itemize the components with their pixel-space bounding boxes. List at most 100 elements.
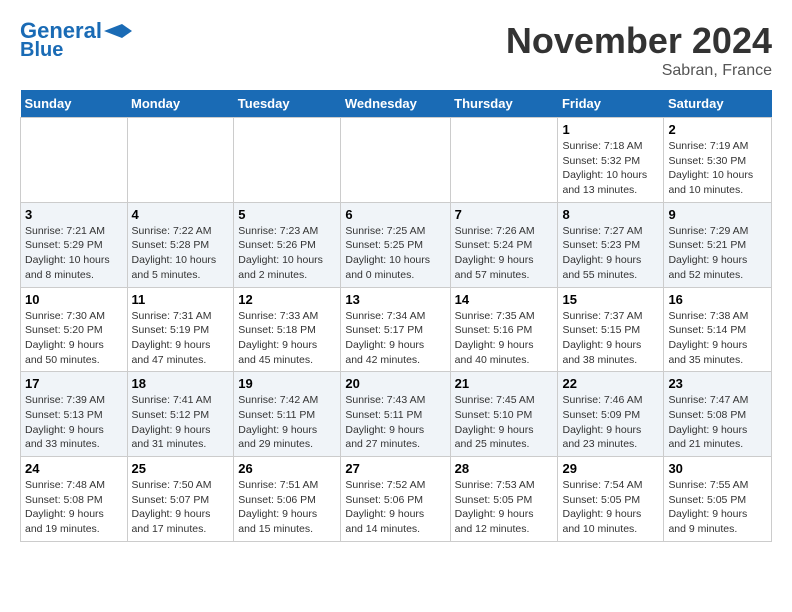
- calendar-cell: 11 Sunrise: 7:31 AM Sunset: 5:19 PM Dayli…: [127, 287, 234, 372]
- day-info: Sunrise: 7:23 AM Sunset: 5:26 PM Dayligh…: [238, 225, 323, 281]
- calendar-cell: 22 Sunrise: 7:46 AM Sunset: 5:09 PM Dayli…: [558, 372, 664, 457]
- calendar-cell: 21 Sunrise: 7:45 AM Sunset: 5:10 PM Dayli…: [450, 372, 558, 457]
- day-number: 17: [25, 376, 123, 391]
- day-info: Sunrise: 7:52 AM Sunset: 5:06 PM Dayligh…: [345, 479, 425, 535]
- day-info: Sunrise: 7:29 AM Sunset: 5:21 PM Dayligh…: [668, 225, 748, 281]
- calendar-cell: 25 Sunrise: 7:50 AM Sunset: 5:07 PM Dayli…: [127, 457, 234, 542]
- calendar-cell: 30 Sunrise: 7:55 AM Sunset: 5:05 PM Dayli…: [664, 457, 772, 542]
- location: Sabran, France: [506, 62, 772, 80]
- calendar-cell: 19Sunrise: 7:42 AM Sunset: 5:11 PM Dayli…: [234, 372, 341, 457]
- calendar-cell: 10Sunrise: 7:30 AM Sunset: 5:20 PM Dayli…: [21, 287, 128, 372]
- day-number: 6: [345, 207, 445, 222]
- day-number: 14: [455, 292, 554, 307]
- calendar-cell: 8 Sunrise: 7:27 AM Sunset: 5:23 PM Daylig…: [558, 202, 664, 287]
- day-number: 13: [345, 292, 445, 307]
- calendar-cell: 9 Sunrise: 7:29 AM Sunset: 5:21 PM Daylig…: [664, 202, 772, 287]
- calendar-week-row: 3 Sunrise: 7:21 AM Sunset: 5:29 PM Daylig…: [21, 202, 772, 287]
- day-info: Sunrise: 7:27 AM Sunset: 5:23 PM Dayligh…: [562, 225, 642, 281]
- day-number: 4: [132, 207, 230, 222]
- calendar-cell: 18 Sunrise: 7:41 AM Sunset: 5:12 PM Dayli…: [127, 372, 234, 457]
- calendar-cell: 12 Sunrise: 7:33 AM Sunset: 5:18 PM Dayli…: [234, 287, 341, 372]
- day-number: 3: [25, 207, 123, 222]
- calendar-week-row: 17 Sunrise: 7:39 AM Sunset: 5:13 PM Dayli…: [21, 372, 772, 457]
- day-header-tuesday: Tuesday: [234, 90, 341, 118]
- day-header-saturday: Saturday: [664, 90, 772, 118]
- logo-blue-text: Blue: [20, 40, 63, 60]
- day-number: 9: [668, 207, 767, 222]
- day-number: 5: [238, 207, 336, 222]
- day-number: 1: [562, 122, 659, 137]
- day-number: 23: [668, 376, 767, 391]
- day-number: 28: [455, 461, 554, 476]
- day-number: 16: [668, 292, 767, 307]
- day-number: 22: [562, 376, 659, 391]
- calendar-cell: [450, 118, 558, 203]
- day-number: 29: [562, 461, 659, 476]
- title-area: November 2024 Sabran, France: [506, 20, 772, 80]
- calendar-cell: 16Sunrise: 7:38 AM Sunset: 5:14 PM Dayli…: [664, 287, 772, 372]
- day-header-thursday: Thursday: [450, 90, 558, 118]
- day-header-sunday: Sunday: [21, 90, 128, 118]
- day-info: Sunrise: 7:25 AM Sunset: 5:25 PM Dayligh…: [345, 225, 430, 281]
- day-number: 12: [238, 292, 336, 307]
- day-info: Sunrise: 7:41 AM Sunset: 5:12 PM Dayligh…: [132, 394, 212, 450]
- day-number: 21: [455, 376, 554, 391]
- calendar-cell: [21, 118, 128, 203]
- calendar-cell: 14Sunrise: 7:35 AM Sunset: 5:16 PM Dayli…: [450, 287, 558, 372]
- logo-arrow-icon: [104, 24, 132, 38]
- calendar-cell: 28 Sunrise: 7:53 AM Sunset: 5:05 PM Dayli…: [450, 457, 558, 542]
- logo: General Blue: [20, 20, 132, 60]
- calendar-cell: 29 Sunrise: 7:54 AM Sunset: 5:05 PM Dayli…: [558, 457, 664, 542]
- day-info: Sunrise: 7:37 AM Sunset: 5:15 PM Dayligh…: [562, 310, 642, 366]
- day-number: 30: [668, 461, 767, 476]
- day-header-monday: Monday: [127, 90, 234, 118]
- day-header-wednesday: Wednesday: [341, 90, 450, 118]
- day-info: Sunrise: 7:31 AM Sunset: 5:19 PM Dayligh…: [132, 310, 212, 366]
- day-number: 20: [345, 376, 445, 391]
- calendar-week-row: 1 Sunrise: 7:18 AM Sunset: 5:32 PM Daylig…: [21, 118, 772, 203]
- day-number: 25: [132, 461, 230, 476]
- calendar-cell: 1 Sunrise: 7:18 AM Sunset: 5:32 PM Daylig…: [558, 118, 664, 203]
- calendar-cell: 15Sunrise: 7:37 AM Sunset: 5:15 PM Dayli…: [558, 287, 664, 372]
- day-info: Sunrise: 7:45 AM Sunset: 5:10 PM Dayligh…: [455, 394, 535, 450]
- day-info: Sunrise: 7:26 AM Sunset: 5:24 PM Dayligh…: [455, 225, 535, 281]
- calendar-cell: 5 Sunrise: 7:23 AM Sunset: 5:26 PM Daylig…: [234, 202, 341, 287]
- day-info: Sunrise: 7:18 AM Sunset: 5:32 PM Dayligh…: [562, 140, 647, 196]
- header-row: SundayMondayTuesdayWednesdayThursdayFrid…: [21, 90, 772, 118]
- calendar-cell: 3 Sunrise: 7:21 AM Sunset: 5:29 PM Daylig…: [21, 202, 128, 287]
- day-number: 8: [562, 207, 659, 222]
- calendar-week-row: 10Sunrise: 7:30 AM Sunset: 5:20 PM Dayli…: [21, 287, 772, 372]
- calendar-cell: 7Sunrise: 7:26 AM Sunset: 5:24 PM Daylig…: [450, 202, 558, 287]
- day-info: Sunrise: 7:50 AM Sunset: 5:07 PM Dayligh…: [132, 479, 212, 535]
- day-number: 26: [238, 461, 336, 476]
- day-info: Sunrise: 7:33 AM Sunset: 5:18 PM Dayligh…: [238, 310, 318, 366]
- calendar-table: SundayMondayTuesdayWednesdayThursdayFrid…: [20, 90, 772, 542]
- day-info: Sunrise: 7:54 AM Sunset: 5:05 PM Dayligh…: [562, 479, 642, 535]
- calendar-cell: 20 Sunrise: 7:43 AM Sunset: 5:11 PM Dayli…: [341, 372, 450, 457]
- calendar-cell: 6 Sunrise: 7:25 AM Sunset: 5:25 PM Daylig…: [341, 202, 450, 287]
- day-info: Sunrise: 7:47 AM Sunset: 5:08 PM Dayligh…: [668, 394, 748, 450]
- calendar-cell: 13 Sunrise: 7:34 AM Sunset: 5:17 PM Dayli…: [341, 287, 450, 372]
- day-info: Sunrise: 7:46 AM Sunset: 5:09 PM Dayligh…: [562, 394, 642, 450]
- day-info: Sunrise: 7:53 AM Sunset: 5:05 PM Dayligh…: [455, 479, 535, 535]
- day-info: Sunrise: 7:42 AM Sunset: 5:11 PM Dayligh…: [238, 394, 318, 450]
- calendar-cell: [234, 118, 341, 203]
- day-number: 2: [668, 122, 767, 137]
- calendar-cell: 17 Sunrise: 7:39 AM Sunset: 5:13 PM Dayli…: [21, 372, 128, 457]
- day-number: 18: [132, 376, 230, 391]
- day-number: 10: [25, 292, 123, 307]
- day-info: Sunrise: 7:55 AM Sunset: 5:05 PM Dayligh…: [668, 479, 748, 535]
- day-info: Sunrise: 7:51 AM Sunset: 5:06 PM Dayligh…: [238, 479, 318, 535]
- day-info: Sunrise: 7:39 AM Sunset: 5:13 PM Dayligh…: [25, 394, 105, 450]
- header: General Blue November 2024 Sabran, Franc…: [20, 20, 772, 80]
- day-info: Sunrise: 7:34 AM Sunset: 5:17 PM Dayligh…: [345, 310, 425, 366]
- day-number: 11: [132, 292, 230, 307]
- calendar-cell: [127, 118, 234, 203]
- month-title: November 2024: [506, 20, 772, 62]
- day-info: Sunrise: 7:43 AM Sunset: 5:11 PM Dayligh…: [345, 394, 425, 450]
- calendar-cell: 26 Sunrise: 7:51 AM Sunset: 5:06 PM Dayli…: [234, 457, 341, 542]
- calendar-week-row: 24Sunrise: 7:48 AM Sunset: 5:08 PM Dayli…: [21, 457, 772, 542]
- day-header-friday: Friday: [558, 90, 664, 118]
- day-info: Sunrise: 7:21 AM Sunset: 5:29 PM Dayligh…: [25, 225, 110, 281]
- day-info: Sunrise: 7:19 AM Sunset: 5:30 PM Dayligh…: [668, 140, 753, 196]
